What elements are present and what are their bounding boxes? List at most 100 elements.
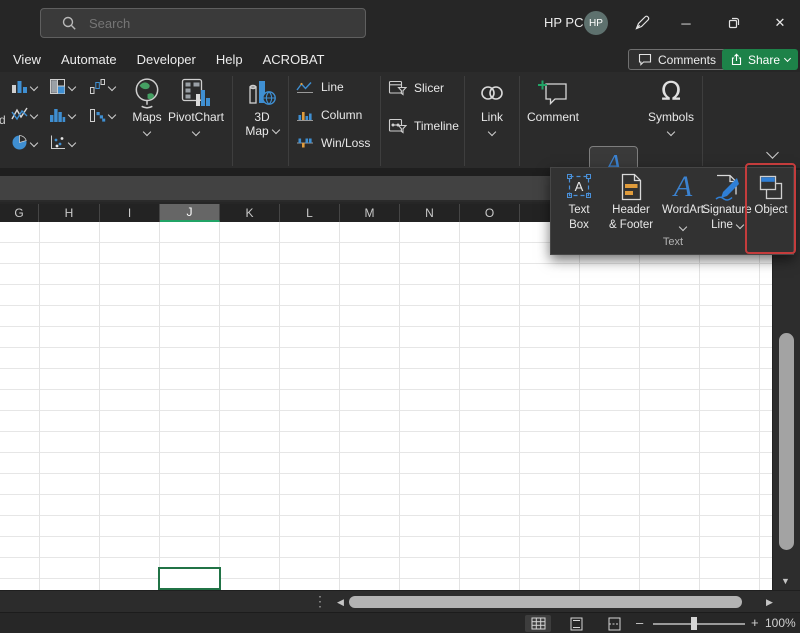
column-header-h[interactable]: H [39,204,100,222]
search-box[interactable] [40,8,366,38]
column-header-i[interactable]: I [100,204,160,222]
zoom-slider-track[interactable] [653,623,745,625]
link-button[interactable]: Link [470,76,514,135]
zoom-slider-handle[interactable] [691,617,697,630]
comments-button-label: Comments [658,53,716,67]
column-header-j-selected[interactable]: J [160,204,220,222]
search-input[interactable] [89,16,329,31]
column-header-n[interactable]: N [400,204,460,222]
column-chart-icon [11,78,28,95]
slicer-icon [388,80,407,96]
column-header-g[interactable]: G [0,204,39,222]
slicer-button[interactable]: Slicer [388,80,444,96]
restore-icon [728,17,740,29]
sparkline-column-button[interactable]: Column [296,108,362,122]
text-dropdown-panel: A Text Box Header & Footer A WordArt Sig… [550,167,794,255]
chevron-down-icon [271,126,279,134]
insert-pie-chart-button[interactable] [11,134,37,151]
group-divider [380,76,381,166]
object-icon [757,171,785,203]
pivotchart-button[interactable]: PivotChart [166,76,226,135]
sparkline-line-icon [296,80,314,94]
share-dropdown-chevron-icon [784,55,791,62]
share-button-label: Share [748,53,780,67]
3d-map-button[interactable]: 3D Map [238,76,286,138]
tab-help[interactable]: Help [216,52,243,67]
tab-acrobat[interactable]: ACROBAT [263,52,325,67]
header-footer-menu-item[interactable]: Header & Footer [602,171,660,237]
account-name[interactable]: HP PC [544,15,584,30]
signature-line-label-line2: Line [711,218,733,233]
title-bar: HP PC HP ─ ✕ [0,0,800,46]
avatar[interactable]: HP [584,11,608,35]
insert-scatter-chart-button[interactable] [49,134,75,151]
scroll-down-arrow[interactable]: ▼ [781,576,790,586]
signature-line-icon [712,171,742,203]
signature-line-menu-item[interactable]: Signature Line [700,171,754,237]
maps-globe-icon [133,76,161,110]
pivotchart-label: PivotChart [168,110,224,124]
chevron-down-icon [108,110,116,118]
minimize-button[interactable]: ─ [674,10,698,36]
page-break-preview-button[interactable] [601,615,627,632]
insert-combo-chart-button[interactable] [89,106,115,123]
insert-line-chart-button[interactable] [11,106,37,123]
comments-button[interactable]: Comments [628,49,726,70]
line-chart-icon [11,106,28,123]
chevron-down-icon [667,128,675,136]
scroll-right-arrow[interactable]: ▶ [766,597,773,608]
column-header-o[interactable]: O [460,204,520,222]
horizontal-scrollbar[interactable]: ⋮ ◀ ▶ [0,590,800,612]
header-footer-label-line1: Header [612,203,650,218]
text-menu-group-label: Text [551,236,795,248]
tab-developer[interactable]: Developer [137,52,196,67]
treemap-chart-icon [49,78,66,95]
page-layout-view-button[interactable] [563,615,589,632]
zoom-level-label[interactable]: 100% [765,616,796,630]
scroll-left-arrow[interactable]: ◀ [337,597,344,608]
new-comment-icon [537,76,569,110]
chevron-down-icon [679,223,687,231]
pie-chart-icon [11,134,28,151]
tab-automate[interactable]: Automate [61,52,117,67]
chevron-down-icon [30,82,38,90]
chevron-down-icon [68,138,76,146]
sheet-tab-dots-icon[interactable]: ⋮ [313,593,327,610]
excel-window: HP PC HP ─ ✕ View Automate Developer Hel… [0,0,800,633]
insert-hierarchy-chart-button[interactable] [49,78,75,95]
wordart-icon: A [674,171,692,203]
zoom-out-button[interactable]: – [636,615,643,630]
collapse-ribbon-chevron-icon[interactable] [766,146,779,159]
share-icon [730,53,743,66]
normal-view-button[interactable] [525,615,551,632]
group-divider [702,76,703,166]
insert-statistic-chart-button[interactable] [49,106,75,123]
close-button[interactable]: ✕ [768,10,792,36]
column-header-m[interactable]: M [340,204,400,222]
insert-waterfall-chart-button[interactable] [89,78,115,95]
ink-pen-button[interactable] [630,11,654,35]
wordart-label: WordArt [662,203,704,218]
insert-column-chart-button[interactable] [11,78,37,95]
timeline-button[interactable]: Timeline [388,118,459,134]
share-button[interactable]: Share [722,49,798,70]
column-header-k[interactable]: K [220,204,280,222]
symbols-button[interactable]: Ω Symbols [644,76,698,135]
vertical-scrollbar-thumb[interactable] [779,333,794,550]
zoom-in-button[interactable]: + [751,615,759,630]
text-box-menu-item[interactable]: A Text Box [556,171,602,237]
horizontal-scrollbar-thumb[interactable] [349,596,742,608]
sparkline-line-button[interactable]: Line [296,80,344,94]
restore-button[interactable] [722,10,746,36]
omega-icon: Ω [661,76,681,110]
sparkline-winloss-button[interactable]: Win/Loss [296,136,370,150]
object-menu-item[interactable]: Object [750,171,792,237]
selected-cell[interactable] [158,567,221,590]
chevron-down-icon [68,110,76,118]
comment-button[interactable]: Comment [524,76,582,124]
tab-view[interactable]: View [13,52,41,67]
column-header-l[interactable]: L [280,204,340,222]
maps-button[interactable]: Maps [128,76,166,135]
scatter-chart-icon [49,134,66,151]
worksheet-grid[interactable] [0,222,772,590]
